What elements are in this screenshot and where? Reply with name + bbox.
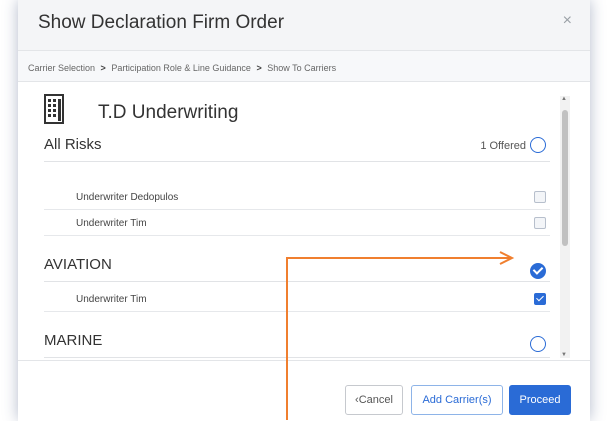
category-radio-aviation[interactable] (530, 263, 546, 279)
breadcrumb-step-carrier-selection[interactable]: Carrier Selection (28, 63, 95, 73)
category-name: MARINE (44, 332, 103, 349)
category-radio-all-risks[interactable] (530, 137, 546, 153)
breadcrumb-step-participation-role[interactable]: Participation Role & Line Guidance (111, 63, 251, 73)
building-icon (44, 94, 64, 124)
underwriter-checkbox[interactable] (534, 191, 546, 203)
breadcrumb: Carrier Selection > Participation Role &… (18, 50, 590, 82)
category-name: All Risks (44, 136, 102, 153)
category-row-aviation[interactable]: AVIATION (44, 250, 550, 282)
category-row-marine[interactable]: MARINE (44, 326, 550, 358)
underwriter-row[interactable]: Underwriter Tim (44, 286, 550, 312)
breadcrumb-separator: > (256, 63, 262, 73)
cancel-button[interactable]: ‹Cancel (345, 385, 403, 415)
modal-header: Show Declaration Firm Order × (18, 0, 590, 50)
modal-footer: ‹Cancel Add Carrier(s) Proceed (18, 360, 590, 421)
close-icon[interactable]: × (563, 12, 572, 30)
modal-dialog: Show Declaration Firm Order × Carrier Se… (18, 0, 590, 421)
scrollbar-thumb[interactable] (562, 110, 568, 246)
underwriter-name: Underwriter Dedopulos (76, 192, 179, 203)
underwriter-checkbox[interactable] (534, 217, 546, 229)
underwriter-name: Underwriter Tim (76, 218, 147, 229)
underwriter-name: Underwriter Tim (76, 294, 147, 305)
company-name: T.D Underwriting (98, 102, 239, 123)
scrollbar[interactable]: ▲ ▼ (560, 96, 570, 358)
breadcrumb-separator: > (100, 63, 106, 73)
category-name: AVIATION (44, 256, 112, 273)
underwriter-checkbox[interactable] (534, 293, 546, 305)
proceed-button[interactable]: Proceed (509, 385, 571, 415)
add-carriers-button[interactable]: Add Carrier(s) (411, 385, 503, 415)
offered-count: 1 Offered (480, 140, 526, 152)
underwriter-row[interactable]: Underwriter Tim (44, 210, 550, 236)
scroll-down-icon[interactable]: ▼ (561, 352, 567, 358)
breadcrumb-step-show-to-carriers[interactable]: Show To Carriers (267, 63, 336, 73)
scroll-up-icon[interactable]: ▲ (561, 96, 567, 102)
category-radio-marine[interactable] (530, 336, 546, 352)
category-row-all-risks[interactable]: All Risks 1 Offered (44, 130, 550, 162)
carrier-list: T.D Underwriting All Risks 1 Offered Und… (18, 82, 590, 360)
modal-title: Show Declaration Firm Order (38, 12, 285, 33)
underwriter-row[interactable]: Underwriter Dedopulos (44, 184, 550, 210)
